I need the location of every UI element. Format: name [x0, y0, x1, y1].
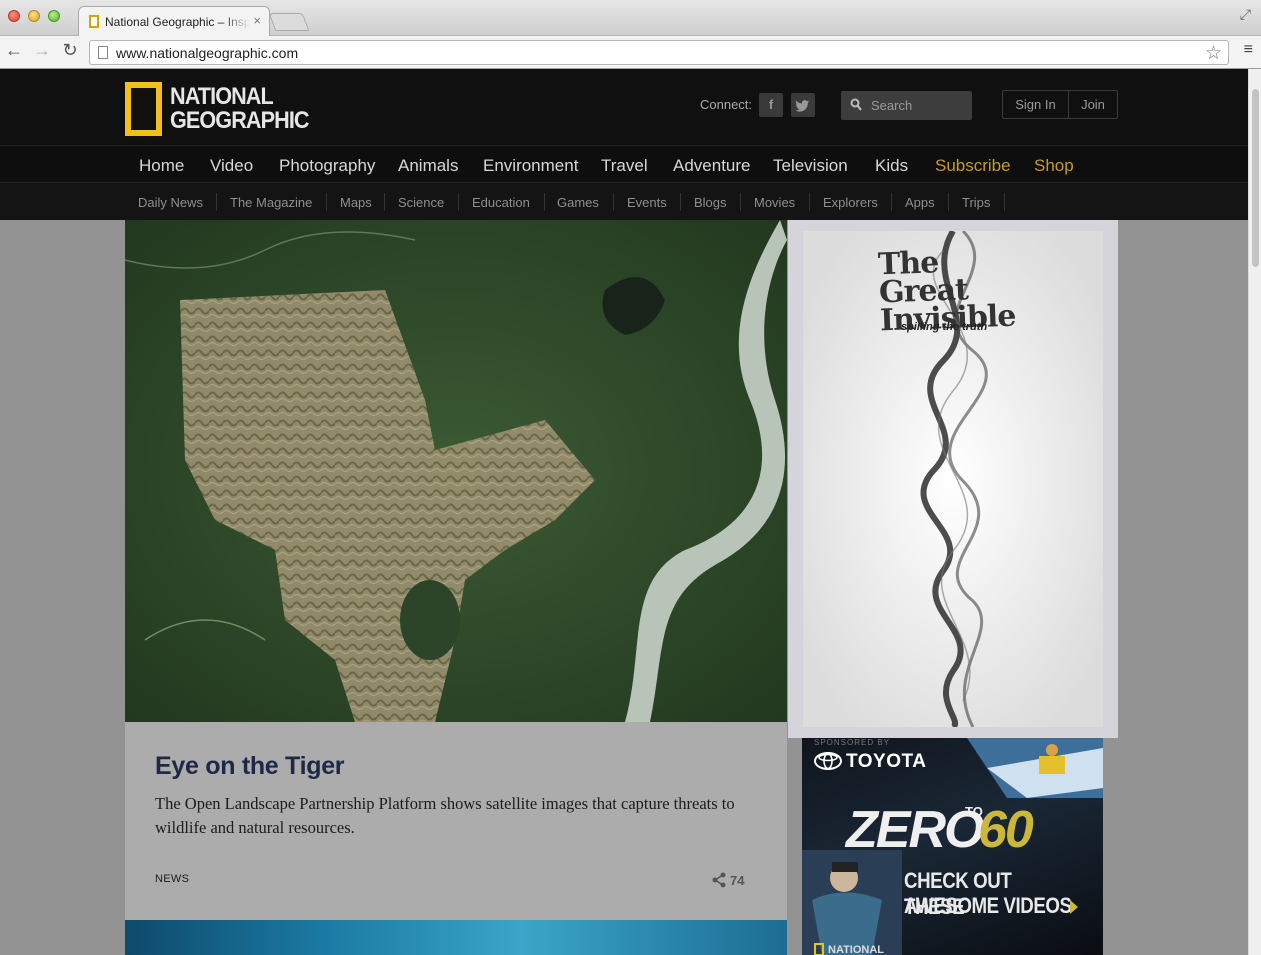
subnav-divider [326, 193, 327, 211]
subnav-divider [891, 193, 892, 211]
toyota-logo-icon [814, 752, 842, 770]
nav-video[interactable]: Video [210, 156, 253, 176]
sign-in-button[interactable]: Sign In [1003, 91, 1069, 118]
hero-satellite-image[interactable] [125, 220, 787, 722]
subnav-apps[interactable]: Apps [905, 195, 935, 210]
site-header: NATIONAL GEOGRAPHIC Connect: f Search Si… [0, 69, 1248, 145]
great-invisible-ad[interactable]: The Great Invisible spilling the truth [803, 231, 1103, 727]
nav-animals[interactable]: Animals [398, 156, 458, 176]
subnav-magazine[interactable]: The Magazine [230, 195, 312, 210]
article-category[interactable]: NEWS [155, 873, 189, 885]
subnav-games[interactable]: Games [557, 195, 599, 210]
nav-kids[interactable]: Kids [875, 156, 908, 176]
ad-panel: The Great Invisible spilling the truth [788, 220, 1118, 738]
browser-toolbar: ← → ↻ www.nationalgeographic.com ☆ ≡ [0, 36, 1261, 69]
next-article-image[interactable] [125, 920, 787, 955]
nav-television[interactable]: Television [773, 156, 848, 176]
subnav-blogs[interactable]: Blogs [694, 195, 727, 210]
search-placeholder: Search [871, 98, 913, 113]
scrollbar-thumb[interactable] [1252, 89, 1259, 267]
ad-cta-line2[interactable]: AWESOME VIDEOS [904, 893, 1072, 919]
page-icon [98, 46, 108, 59]
search-input[interactable]: Search [841, 91, 972, 120]
back-arrow-icon[interactable]: ← [4, 40, 24, 61]
subnav-explorers[interactable]: Explorers [823, 195, 878, 210]
subnav-divider [680, 193, 681, 211]
auth-group: Sign In Join [1002, 90, 1118, 119]
tab-close-icon[interactable]: × [253, 13, 261, 28]
article-description: The Open Landscape Partnership Platform … [155, 794, 735, 837]
url-text[interactable]: www.nationalgeographic.com [116, 45, 298, 61]
subnav-maps[interactable]: Maps [340, 195, 372, 210]
subnav-divider [544, 193, 545, 211]
zoom-window-button[interactable] [48, 10, 60, 22]
subnav-education[interactable]: Education [472, 195, 530, 210]
main-nav: Home Video Photography Animals Environme… [0, 145, 1248, 183]
bookmark-star-icon[interactable]: ☆ [1205, 42, 1222, 65]
subnav-movies[interactable]: Movies [754, 195, 795, 210]
snowboarder-image [967, 738, 1103, 798]
ad-headline-zero: ZERO [846, 801, 984, 859]
page-scrollbar[interactable] [1248, 69, 1261, 955]
close-window-button[interactable] [8, 10, 20, 22]
ad-sponsor-label: SPONSORED BY [814, 738, 891, 747]
article-card: Eye on the Tiger The Open Landscape Part… [125, 722, 787, 920]
browser-menu-icon[interactable]: ≡ [1244, 41, 1253, 59]
natgeo-logo-frame-icon[interactable] [125, 82, 162, 136]
subnav-divider [458, 193, 459, 211]
play-arrow-icon[interactable] [1070, 900, 1078, 914]
ad-headline-to: TO [965, 804, 983, 819]
fullscreen-icon[interactable]: ⤢ [1240, 6, 1251, 23]
logo-line2: GEOGRAPHIC [170, 107, 310, 134]
ad-brand: TOYOTA [846, 751, 927, 772]
subnav-divider [613, 193, 614, 211]
site-logo[interactable]: NATIONAL GEOGRAPHIC [170, 83, 310, 134]
subnav-divider [809, 193, 810, 211]
subnav-science[interactable]: Science [398, 195, 444, 210]
subnav-events[interactable]: Events [627, 195, 667, 210]
toyota-ad[interactable]: SPONSORED BY TOYOTA ZERO TO 60 CHECK OUT… [802, 738, 1103, 955]
skydiver-image [802, 850, 902, 955]
connect-label: Connect: [700, 97, 753, 112]
reload-icon[interactable]: ↻ [60, 40, 80, 61]
subnav-divider [948, 193, 949, 211]
natgeo-mini-logo-icon [814, 943, 824, 955]
minimize-window-button[interactable] [28, 10, 40, 22]
article-title[interactable]: Eye on the Tiger [155, 752, 345, 781]
share-count: 74 [730, 873, 745, 888]
share-icon[interactable] [711, 872, 727, 888]
search-icon [850, 98, 862, 111]
ad-headline-sixty: 60 [978, 801, 1034, 859]
join-button[interactable]: Join [1069, 91, 1117, 118]
browser-tab[interactable]: National Geographic – Inspiring People t… [78, 6, 270, 36]
subnav-divider [384, 193, 385, 211]
page-viewport: NATIONAL GEOGRAPHIC Connect: f Search Si… [0, 69, 1248, 955]
facebook-icon[interactable]: f [759, 93, 783, 117]
address-bar[interactable]: www.nationalgeographic.com ☆ [89, 40, 1229, 65]
subnav-daily-news[interactable]: Daily News [138, 195, 203, 210]
nav-environment[interactable]: Environment [483, 156, 578, 176]
twitter-icon[interactable] [791, 93, 815, 117]
nav-travel[interactable]: Travel [601, 156, 648, 176]
ad-footer: NATIONAL [828, 944, 885, 955]
nav-subscribe[interactable]: Subscribe [935, 156, 1011, 176]
sub-nav: Daily News The Magazine Maps Science Edu… [0, 183, 1248, 220]
subnav-divider [216, 193, 217, 211]
logo-line1: NATIONAL [170, 83, 274, 110]
subnav-divider [740, 193, 741, 211]
nav-shop[interactable]: Shop [1034, 156, 1074, 176]
nav-adventure[interactable]: Adventure [673, 156, 751, 176]
forward-arrow-icon[interactable]: → [32, 40, 52, 61]
subnav-trips[interactable]: Trips [962, 195, 990, 210]
subnav-divider [1004, 193, 1005, 211]
natgeo-favicon-icon [89, 15, 99, 28]
nav-home[interactable]: Home [139, 156, 184, 176]
tab-title: National Geographic – Inspiring People t… [105, 15, 250, 29]
browser-titlebar: National Geographic – Inspiring People t… [0, 0, 1261, 36]
nav-photography[interactable]: Photography [279, 156, 375, 176]
new-tab-button[interactable] [268, 13, 310, 31]
ad-tagline: spilling the truth [901, 321, 988, 333]
